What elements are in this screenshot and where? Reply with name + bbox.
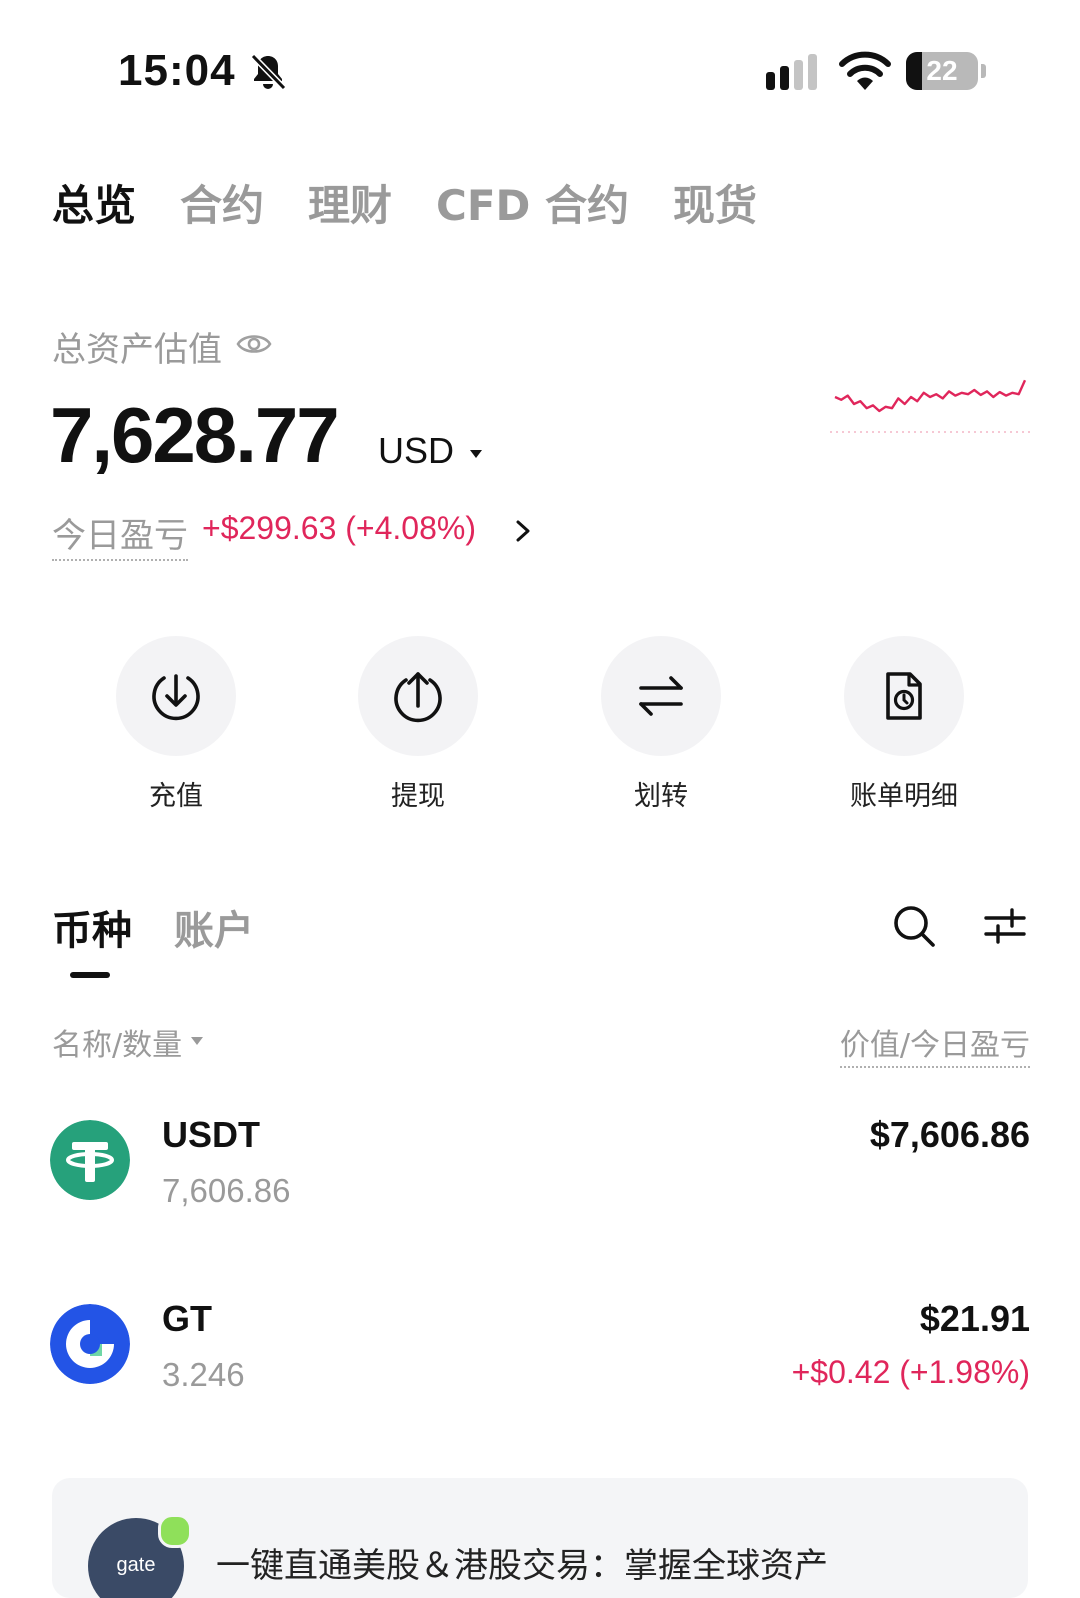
- sparkline-line: [834, 379, 1027, 413]
- deposit-label: 充值: [149, 781, 203, 812]
- tab-earn[interactable]: 理财: [308, 172, 392, 233]
- currency-selector[interactable]: USD: [378, 430, 454, 472]
- asset-value: $7,606.86: [869, 1114, 1030, 1155]
- balance-sparkline: [830, 379, 1030, 433]
- bill-document-clock-icon: [886, 672, 922, 720]
- battery-icon: 22: [906, 52, 986, 92]
- deposit-button[interactable]: 充值: [106, 636, 246, 813]
- top-tabs: 总览 合约 理财 CFD 合约 现货: [52, 172, 757, 233]
- filter-sliders-icon[interactable]: [982, 906, 1028, 946]
- promo-status-dot: [158, 1514, 192, 1548]
- status-time: 15:04: [118, 46, 236, 95]
- transfer-arrows-icon: [639, 676, 683, 716]
- asset-quantity: 3.246: [162, 1356, 245, 1393]
- today-pnl-value: +$299.63 (+4.08%): [202, 510, 476, 546]
- promo-banner[interactable]: gate 一键直通美股＆港股交易：掌握全球资产: [52, 1478, 1028, 1598]
- withdraw-arrow-up-icon: [394, 672, 442, 723]
- tab-accounts[interactable]: 账户: [174, 898, 254, 956]
- asset-row-usdt[interactable]: USDT 7,606.86 $7,606.86: [0, 1100, 1080, 1230]
- active-tab-indicator: [70, 972, 110, 978]
- tab-futures[interactable]: 合约: [180, 172, 264, 233]
- deposit-arrow-down-icon: [152, 674, 200, 721]
- tab-cfd[interactable]: CFD 合约: [436, 172, 629, 233]
- total-assets-label: 总资产估值: [52, 330, 222, 370]
- bell-slash-icon: [250, 53, 287, 91]
- asset-today-pnl: +$0.42 (+1.98%): [791, 1354, 1030, 1390]
- cellular-signal-icon: [766, 54, 817, 90]
- tab-spot[interactable]: 现货: [673, 172, 757, 233]
- withdraw-button[interactable]: 提现: [348, 636, 488, 813]
- caret-down-icon[interactable]: [190, 1036, 204, 1046]
- withdraw-label: 提现: [391, 781, 445, 812]
- wifi-icon: [839, 51, 891, 90]
- asset-quantity: 7,606.86: [162, 1172, 291, 1209]
- tab-overview[interactable]: 总览: [52, 172, 136, 233]
- value-pnl-header[interactable]: 价值/今日盈亏: [839, 1020, 1030, 1068]
- bill-details-label: 账单明细: [850, 781, 958, 812]
- total-balance: 7,628.77: [50, 391, 340, 479]
- asset-name: GT: [162, 1298, 212, 1339]
- chevron-right-icon[interactable]: [512, 516, 534, 546]
- eye-icon[interactable]: [236, 326, 272, 362]
- caret-down-icon[interactable]: [468, 448, 484, 460]
- battery-percent: 22: [926, 55, 958, 86]
- asset-tabs: 币种 账户: [52, 898, 254, 956]
- tab-coins[interactable]: 币种: [52, 898, 132, 956]
- transfer-label: 划转: [634, 781, 688, 812]
- gatetoken-icon: [50, 1304, 130, 1384]
- today-pnl-label[interactable]: 今日盈亏: [52, 508, 188, 561]
- transfer-button[interactable]: 划转: [591, 636, 731, 813]
- tether-icon: [50, 1120, 130, 1200]
- asset-value: $21.91: [919, 1298, 1030, 1339]
- asset-name: USDT: [162, 1114, 260, 1155]
- search-icon[interactable]: [892, 904, 936, 948]
- sort-name-qty[interactable]: 名称/数量: [52, 1020, 182, 1064]
- asset-row-gt[interactable]: GT 3.246 $21.91 +$0.42 (+1.98%): [0, 1284, 1080, 1414]
- bill-details-button[interactable]: 账单明细: [834, 636, 974, 813]
